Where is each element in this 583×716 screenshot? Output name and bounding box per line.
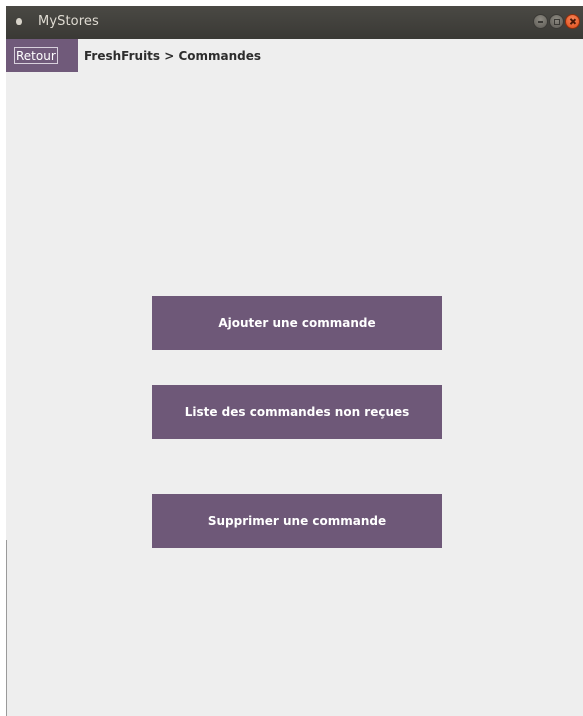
app-icon <box>16 18 22 25</box>
close-icon[interactable] <box>565 14 580 29</box>
window-border-line <box>6 540 7 716</box>
breadcrumb: FreshFruits > Commandes <box>84 49 262 63</box>
app-window: MyStores Retour FreshFruits > Commandes … <box>6 6 583 716</box>
list-unreceived-orders-button[interactable]: Liste des commandes non reçues <box>152 385 442 439</box>
delete-order-button[interactable]: Supprimer une commande <box>152 494 442 548</box>
maximize-icon[interactable] <box>549 14 564 29</box>
add-order-button[interactable]: Ajouter une commande <box>152 296 442 350</box>
back-button[interactable]: Retour <box>6 39 78 72</box>
back-button-label: Retour <box>14 47 58 64</box>
window-title: MyStores <box>38 14 99 29</box>
navigation-bar: Retour FreshFruits > Commandes <box>6 39 583 72</box>
window-controls <box>533 14 580 30</box>
minimize-icon[interactable] <box>533 14 548 29</box>
window-titlebar[interactable]: MyStores <box>6 6 583 39</box>
